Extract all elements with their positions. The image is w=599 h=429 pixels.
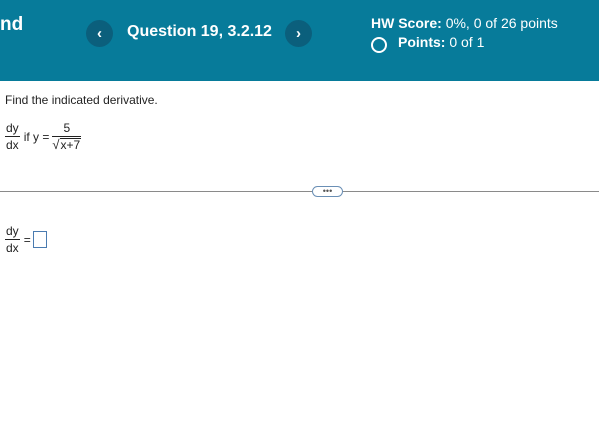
function-numerator: 5	[63, 121, 71, 135]
chevron-left-icon: ‹	[97, 25, 102, 42]
answer-expression: dy dx =	[5, 224, 47, 255]
hw-score-label: HW Score:	[371, 15, 442, 31]
derivative-notation: dy dx	[5, 121, 20, 152]
points: Points: 0 of 1	[398, 34, 484, 50]
radicand: x+7	[59, 138, 82, 152]
problem-expression: dy dx if y = 5 √ x+7	[5, 121, 82, 152]
next-question-button[interactable]: ›	[285, 20, 312, 47]
previous-question-button[interactable]: ‹	[86, 20, 113, 47]
answer-input[interactable]	[32, 231, 47, 248]
points-label: Points:	[398, 34, 446, 50]
question-instruction: Find the indicated derivative.	[5, 93, 158, 107]
fraction-numerator: dy	[6, 121, 19, 135]
fraction-bar	[5, 136, 20, 137]
square-root: √ x+7	[52, 137, 82, 152]
expand-more-button[interactable]: •••	[312, 186, 343, 197]
fraction-denominator: dx	[6, 138, 19, 152]
equals-sign: =	[23, 232, 31, 247]
truncated-title-text: nd	[0, 14, 24, 35]
hw-score-value: 0%, 0 of 26 points	[445, 15, 558, 31]
points-value: 0 of 1	[449, 34, 485, 50]
radical-icon: √	[52, 137, 60, 152]
header-bar: nd ‹ Question 19, 3.2.12 › HW Score: 0%,…	[0, 0, 599, 81]
hw-score: HW Score: 0%, 0 of 26 points	[371, 15, 558, 31]
question-title: Question 19, 3.2.12	[127, 23, 272, 40]
points-status-icon	[371, 37, 387, 53]
if-text: if y =	[23, 129, 50, 144]
function-fraction: 5 √ x+7	[52, 121, 82, 152]
fraction-denominator: dx	[6, 241, 19, 255]
fraction-bar	[5, 239, 20, 240]
chevron-right-icon: ›	[296, 25, 301, 42]
fraction-numerator: dy	[6, 224, 19, 238]
answer-derivative-notation: dy dx	[5, 224, 20, 255]
section-divider	[0, 191, 599, 192]
